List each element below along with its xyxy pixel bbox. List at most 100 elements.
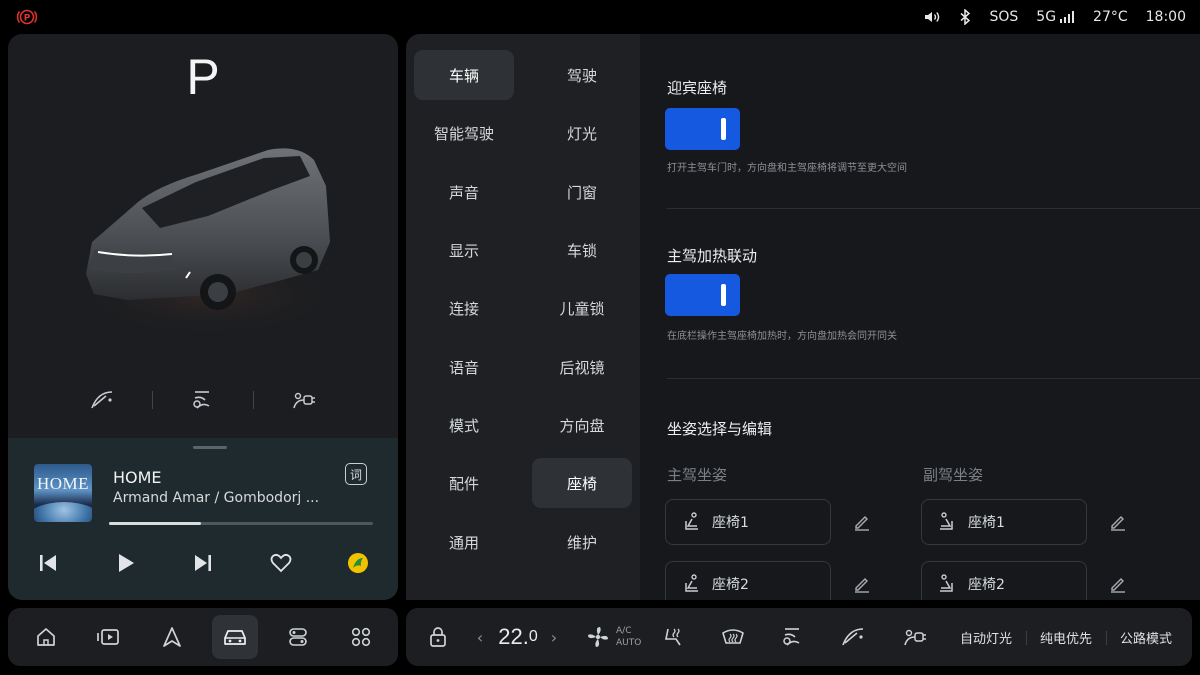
charge-port-button[interactable] <box>287 385 321 415</box>
menu-item-doors-windows[interactable]: 门窗 <box>532 167 632 217</box>
menu-item-smart-driving[interactable]: 智能驾驶 <box>414 108 514 158</box>
charge-port-button[interactable] <box>900 608 930 666</box>
highway-mode-button[interactable]: 公路模式 <box>1114 608 1178 666</box>
music-app-button[interactable] <box>338 548 378 578</box>
welcome-seat-toggle[interactable] <box>665 108 740 150</box>
driver-preset-2[interactable]: 座椅2 <box>665 561 831 600</box>
ac-auto-button[interactable]: A/C AUTO <box>616 608 642 666</box>
track-title: HOME <box>113 468 162 487</box>
edit-passenger-preset-2[interactable] <box>1106 572 1130 596</box>
menu-item-sound[interactable]: 声音 <box>414 167 514 217</box>
temperature-main: 22. <box>498 624 529 649</box>
track-artist: Armand Amar / Gombodorj ... <box>113 490 320 506</box>
auto-label: AUTO <box>616 638 642 648</box>
separator <box>1106 631 1107 645</box>
temp-increase[interactable]: › <box>546 608 562 666</box>
auto-lights-button[interactable]: 自动灯光 <box>954 608 1018 666</box>
seat-heat-button[interactable] <box>658 608 688 666</box>
menu-item-mirrors[interactable]: 后视镜 <box>532 342 632 392</box>
driver-preset-1[interactable]: 座椅1 <box>665 499 831 545</box>
menu-item-display[interactable]: 显示 <box>414 225 514 275</box>
climate-bar: ‹ 22. 0 › A/C AUTO 自动灯光 纯电优先 公路模式 <box>406 608 1192 666</box>
welcome-seat-title: 迎宾座椅 <box>667 79 728 97</box>
passenger-preset-1[interactable]: 座椅1 <box>921 499 1087 545</box>
vehicle-quick-controls <box>68 382 338 418</box>
play-icon <box>118 554 134 572</box>
car-model-image <box>68 148 348 339</box>
menu-item-steering-wheel[interactable]: 方向盘 <box>532 400 632 450</box>
seat-settings-content: 迎宾座椅 打开主驾车门时，方向盘和主驾座椅将调节至更大空间 主驾加热联动 在底栏… <box>640 34 1200 600</box>
menu-item-accessories[interactable]: 配件 <box>414 458 514 508</box>
previous-icon <box>40 555 56 571</box>
defrost-button[interactable] <box>718 608 748 666</box>
volume-icon <box>923 10 941 24</box>
play-button[interactable] <box>106 548 146 578</box>
nav-navigation[interactable] <box>149 615 195 659</box>
seat-button[interactable] <box>778 608 808 666</box>
signal-icon <box>1060 11 1075 23</box>
ac-label: A/C <box>616 626 632 636</box>
section-divider <box>667 378 1200 379</box>
fan-icon <box>588 627 608 647</box>
seat-icon <box>193 391 210 409</box>
menu-item-seats[interactable]: 座椅 <box>532 458 632 508</box>
ev-priority-button[interactable]: 纯电优先 <box>1034 608 1098 666</box>
nav-apps-switch[interactable] <box>275 615 321 659</box>
passenger-seat-icon <box>940 512 953 530</box>
settings-panel: 车辆 驾驶 智能驾驶 灯光 声音 门窗 显示 车锁 连接 儿童锁 语音 后视镜 … <box>406 34 1200 600</box>
menu-item-connect[interactable]: 连接 <box>414 283 514 333</box>
menu-item-general[interactable]: 通用 <box>414 517 514 567</box>
menu-item-vehicle[interactable]: 车辆 <box>414 50 514 100</box>
next-icon <box>195 555 211 571</box>
posture-title: 坐姿选择与编辑 <box>667 420 773 438</box>
album-art[interactable]: HOME <box>34 464 92 522</box>
playback-progress-fill <box>109 522 202 525</box>
network-indicator: 5G <box>1036 9 1075 25</box>
nav-media[interactable] <box>86 615 132 659</box>
lock-button[interactable] <box>424 608 452 666</box>
lyrics-button[interactable]: 词 <box>345 463 367 485</box>
edit-driver-preset-1[interactable] <box>850 510 874 534</box>
preset-label: 座椅2 <box>712 577 749 593</box>
playback-controls <box>28 548 378 578</box>
temp-decrease[interactable]: ‹ <box>472 608 488 666</box>
bottom-navigation <box>8 608 398 666</box>
settings-menu: 车辆 驾驶 智能驾驶 灯光 声音 门窗 显示 车锁 连接 儿童锁 语音 后视镜 … <box>406 34 640 600</box>
nav-home[interactable] <box>23 615 69 659</box>
media-player: HOME HOME Armand Amar / Gombodorj ... 词 <box>8 438 398 600</box>
next-button[interactable] <box>183 548 223 578</box>
heating-link-toggle[interactable] <box>665 274 740 316</box>
menu-item-modes[interactable]: 模式 <box>414 400 514 450</box>
passenger-preset-2[interactable]: 座椅2 <box>921 561 1087 600</box>
edit-driver-preset-2[interactable] <box>850 572 874 596</box>
wiper-button[interactable] <box>838 608 868 666</box>
menu-item-locks[interactable]: 车锁 <box>532 225 632 275</box>
passenger-seat-icon <box>940 574 953 592</box>
seat-button[interactable] <box>186 385 220 415</box>
temperature-display: 22. 0 <box>492 608 544 666</box>
menu-item-driving[interactable]: 驾驶 <box>532 50 632 100</box>
drag-handle[interactable] <box>193 446 227 449</box>
navigation-icon <box>162 627 181 647</box>
wiper-button[interactable] <box>85 385 119 415</box>
edit-passenger-preset-1[interactable] <box>1106 510 1130 534</box>
fan-button[interactable] <box>582 608 614 666</box>
nav-app-grid[interactable] <box>338 615 384 659</box>
welcome-seat-description: 打开主驾车门时，方向盘和主驾座椅将调节至更大空间 <box>667 163 907 174</box>
favorite-icon <box>270 553 291 573</box>
favorite-button[interactable] <box>261 548 301 578</box>
network-label: 5G <box>1036 9 1057 25</box>
menu-item-child-lock[interactable]: 儿童锁 <box>532 283 632 333</box>
nav-vehicle[interactable] <box>211 615 258 659</box>
menu-item-lights[interactable]: 灯光 <box>532 108 632 158</box>
menu-item-maintenance[interactable]: 维护 <box>532 517 632 567</box>
passenger-posture-label: 副驾坐姿 <box>923 466 984 484</box>
playback-progress[interactable] <box>109 522 373 525</box>
menu-item-voice[interactable]: 语音 <box>414 342 514 392</box>
defrost-icon <box>722 629 744 644</box>
car-icon <box>223 630 246 645</box>
driver-posture-label: 主驾坐姿 <box>667 466 728 484</box>
wiper-icon <box>90 391 112 409</box>
previous-button[interactable] <box>28 548 68 578</box>
parking-brake-icon: P <box>16 8 38 26</box>
